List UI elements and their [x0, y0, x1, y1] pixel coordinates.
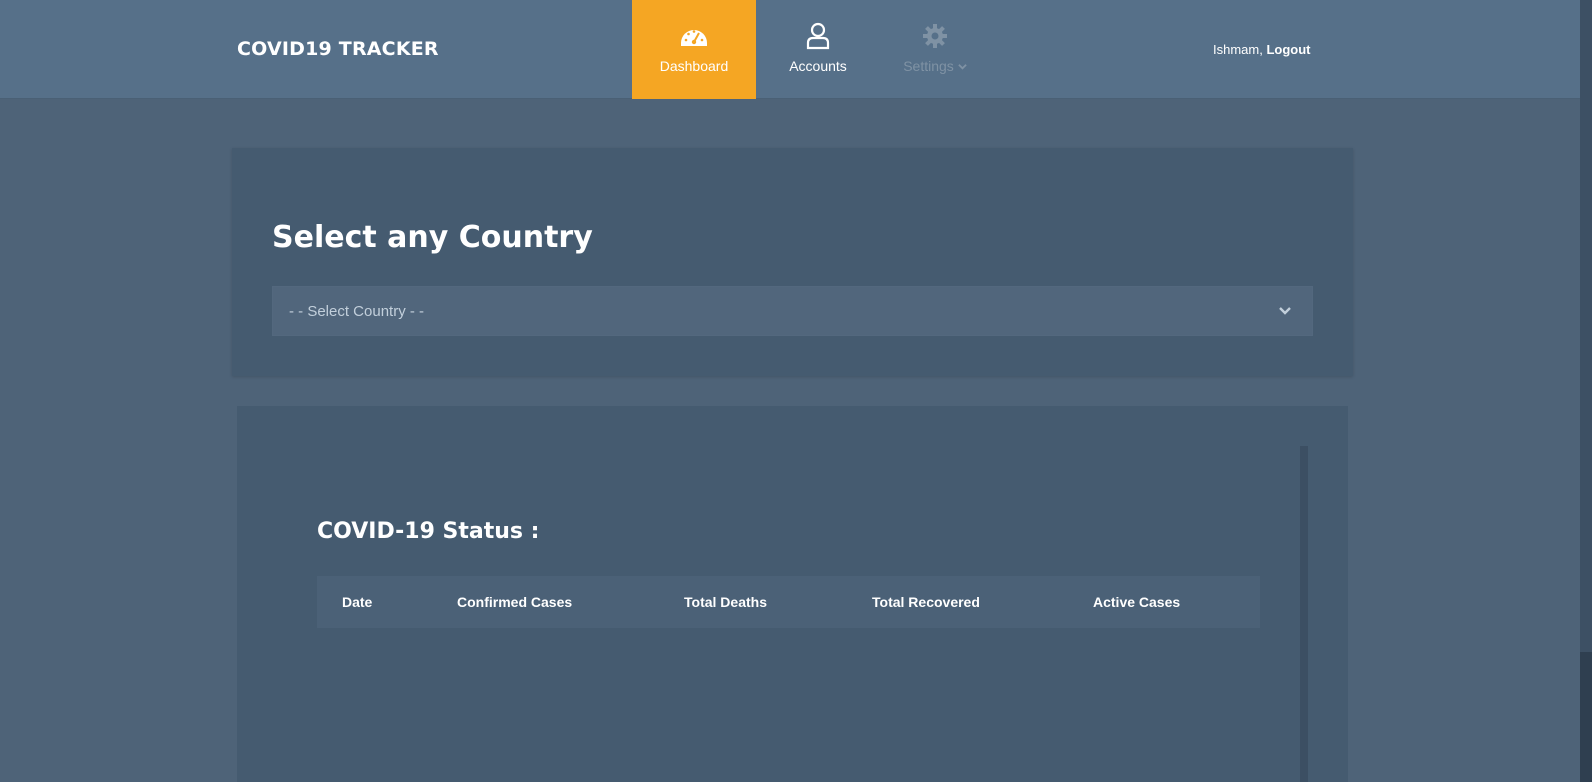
user-info: Ishmam, Logout: [1213, 42, 1311, 57]
brand-title[interactable]: COVID19 TRACKER: [237, 38, 439, 60]
page-scrollbar[interactable]: [1580, 0, 1592, 782]
status-table-header: Date Confirmed Cases Total Deaths Total …: [317, 576, 1260, 628]
nav-settings[interactable]: Settings: [880, 0, 990, 99]
chevron-down-icon: [1279, 307, 1291, 315]
status-card-scrollbar[interactable]: [1300, 446, 1308, 782]
chevron-down-icon: [958, 63, 967, 70]
nav-settings-label: Settings: [903, 58, 954, 74]
page: COVID19 TRACKER Dashboard Accounts Setti…: [0, 0, 1592, 782]
nav-settings-label-wrap: Settings: [903, 58, 967, 74]
main-nav: Dashboard Accounts Settings: [632, 0, 990, 99]
country-select-card: Select any Country - - Select Country - …: [232, 148, 1353, 376]
dashboard-gauge-icon: [681, 30, 707, 46]
column-header-date: Date: [342, 594, 373, 610]
column-header-confirmed: Confirmed Cases: [457, 594, 573, 610]
country-select[interactable]: - - Select Country - -: [272, 286, 1313, 336]
column-header-deaths: Total Deaths: [684, 594, 767, 610]
user-icon: [806, 22, 830, 50]
logout-link[interactable]: Logout: [1266, 42, 1310, 57]
nav-dashboard-label: Dashboard: [659, 58, 729, 74]
page-scrollbar-thumb[interactable]: [1580, 652, 1592, 782]
column-header-active: Active Cases: [1093, 594, 1181, 610]
nav-accounts-label: Accounts: [789, 58, 847, 74]
country-card-title: Select any Country: [272, 220, 593, 255]
country-select-placeholder: - - Select Country - -: [289, 302, 425, 320]
status-card-title: COVID-19 Status :: [317, 519, 540, 544]
status-card: COVID-19 Status : Date Confirmed Cases T…: [237, 406, 1348, 782]
gear-icon: [923, 24, 947, 48]
column-header-recovered: Total Recovered: [872, 594, 980, 610]
user-name: Ishmam,: [1213, 42, 1263, 57]
nav-dashboard[interactable]: Dashboard: [632, 0, 756, 99]
nav-accounts[interactable]: Accounts: [756, 0, 880, 99]
top-navbar: COVID19 TRACKER Dashboard Accounts Setti…: [0, 0, 1580, 99]
